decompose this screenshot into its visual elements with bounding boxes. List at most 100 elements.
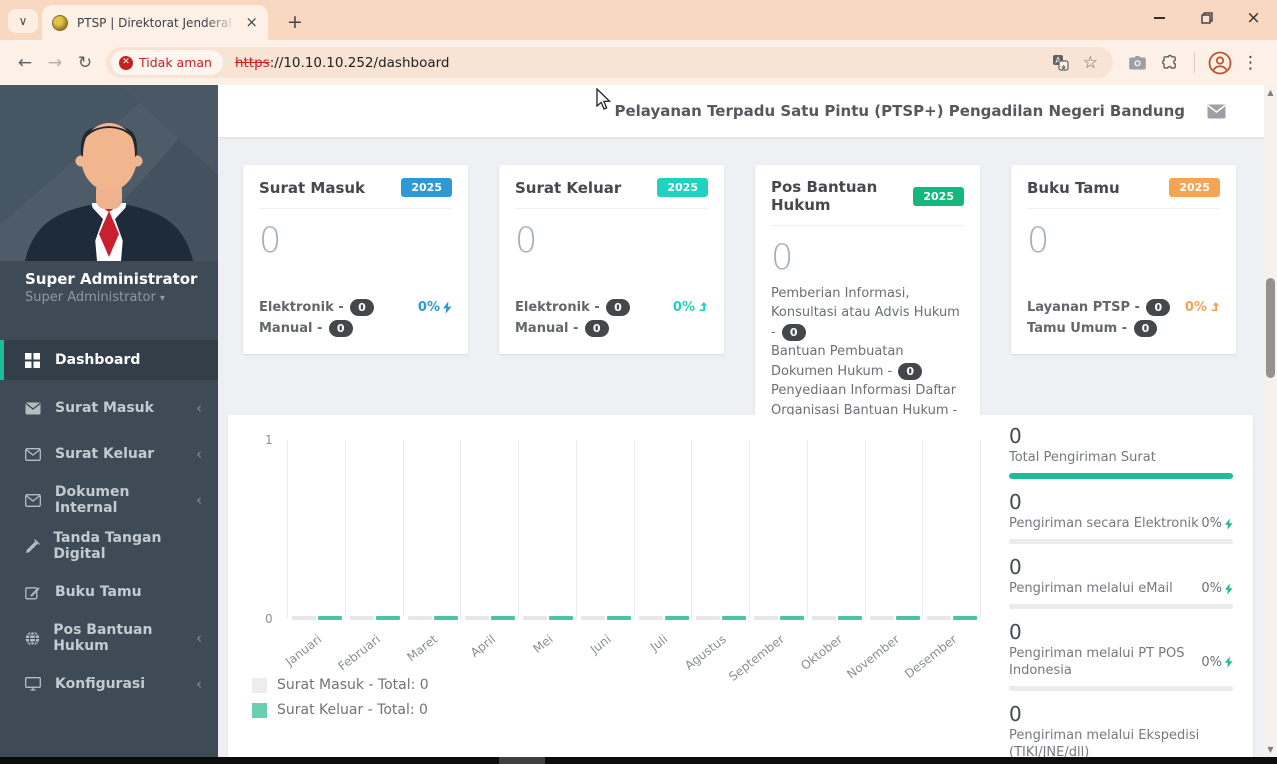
caret-down-icon: ▾ xyxy=(159,293,165,304)
restore-button[interactable] xyxy=(1183,0,1230,36)
year-badge: 2025 xyxy=(1169,178,1220,197)
scrollbar-thumb[interactable] xyxy=(1266,278,1275,378)
legend-label: Surat Masuk - Total: 0 xyxy=(277,677,429,693)
sidebar-item-konfigurasi[interactable]: Konfigurasi ‹ xyxy=(0,661,218,707)
extensions-puzzle-icon[interactable] xyxy=(1161,54,1178,71)
close-icon: × xyxy=(1246,7,1261,28)
camera-icon[interactable] xyxy=(1128,55,1147,71)
url-path: ://10.10.10.252/dashboard xyxy=(269,54,450,71)
bar-surat-masuk xyxy=(696,616,721,620)
browser-menu-icon[interactable]: ⋮ xyxy=(1242,53,1259,73)
sidebar-item-dashboard[interactable]: Dashboard xyxy=(0,340,218,380)
chart-month-column xyxy=(402,440,461,620)
minimize-button[interactable] xyxy=(1136,0,1183,36)
forward-button[interactable]: → xyxy=(40,48,70,78)
not-secure-icon: ✕ xyxy=(119,55,133,70)
month-label: September xyxy=(725,632,787,684)
month-label: April xyxy=(467,632,498,660)
legend-label: Surat Keluar - Total: 0 xyxy=(277,702,428,718)
security-chip[interactable]: ✕ Tidak aman xyxy=(111,50,223,75)
sidebar-item-pos-bantuan-hukum[interactable]: Pos Bantuan Hukum ‹ xyxy=(0,615,218,661)
legend-item-surat-masuk[interactable]: Surat Masuk - Total: 0 xyxy=(252,677,429,693)
bar-surat-masuk xyxy=(465,616,490,620)
percent-indicator: 0% xyxy=(673,297,708,318)
bar-surat-keluar xyxy=(433,616,458,620)
scroll-up-icon[interactable]: ▲ xyxy=(1264,88,1277,97)
bar-surat-masuk xyxy=(292,616,316,620)
month-label: Oktober xyxy=(797,632,845,673)
tab-search-button[interactable]: ∨ xyxy=(8,9,38,33)
bolt-icon xyxy=(443,300,452,314)
stat-item: 0 Pengiriman melalui eMail 0% xyxy=(1009,557,1233,609)
progress-bar xyxy=(1009,604,1233,609)
month-label: Desember xyxy=(902,632,960,682)
sidebar: Super Administrator Super Administrator ▾… xyxy=(0,85,218,764)
card-value: 0 xyxy=(259,221,282,261)
stat-value: 0 xyxy=(1009,490,1022,514)
mail-icon[interactable] xyxy=(1207,104,1226,119)
main-content: Pelayanan Terpadu Satu Pintu (PTSP+) Pen… xyxy=(218,85,1277,764)
address-bar[interactable]: ✕ Tidak aman https://10.10.10.252/dashbo… xyxy=(106,47,1113,78)
sidebar-item-tanda-tangan-digital[interactable]: Tanda Tangan Digital xyxy=(0,523,218,569)
legend-item-surat-keluar[interactable]: Surat Keluar - Total: 0 xyxy=(252,702,429,718)
bar-surat-masuk xyxy=(349,616,374,620)
service-item: Pemberian Informasi, Konsultasi atau Adv… xyxy=(771,285,960,341)
stat-item: 0 Total Pengiriman Surat xyxy=(1009,426,1233,479)
sidebar-item-dokumen-internal[interactable]: Dokumen Internal ‹ xyxy=(0,477,218,523)
count-badge: 0 xyxy=(1146,298,1171,316)
page-content: Super Administrator Super Administrator ▾… xyxy=(0,85,1277,764)
url-text[interactable]: https://10.10.10.252/dashboard xyxy=(235,55,1045,71)
translate-icon[interactable]: A xyxy=(1052,54,1069,71)
stat-item: 0 Pengiriman melalui PT POS Indonesia 0% xyxy=(1009,622,1233,691)
sidebar-item-buku-tamu[interactable]: Buku Tamu xyxy=(0,569,218,615)
page-title: Pelayanan Terpadu Satu Pintu (PTSP+) Pen… xyxy=(614,102,1186,120)
back-button[interactable]: ← xyxy=(10,48,40,78)
chart-month-column xyxy=(864,440,923,620)
close-button[interactable]: × xyxy=(1230,0,1277,36)
stat-percent: 0% xyxy=(1201,654,1233,671)
chart-month-column xyxy=(518,440,576,620)
page-scrollbar[interactable]: ▲ ▼ xyxy=(1264,85,1277,757)
chart-month-column xyxy=(287,440,345,620)
reload-button[interactable]: ↻ xyxy=(70,48,100,78)
toolbar-divider xyxy=(1194,52,1195,73)
card-title: Surat Masuk xyxy=(259,178,366,197)
stat-value: 0 xyxy=(1009,702,1022,726)
window-controls: × xyxy=(1136,0,1277,36)
chart-month-column xyxy=(633,440,692,620)
chevron-left-icon: ‹ xyxy=(196,675,202,693)
sidebar-item-surat-masuk[interactable]: Surat Masuk ‹ xyxy=(0,385,218,431)
sidebar-item-label: Surat Masuk xyxy=(55,400,154,416)
restore-icon xyxy=(1200,12,1213,24)
bar-surat-keluar xyxy=(318,616,342,620)
browser-tab[interactable]: PTSP | Direktorat Jenderal Bada × xyxy=(42,5,268,40)
profile-avatar-icon[interactable] xyxy=(1208,51,1232,75)
avatar xyxy=(0,85,218,261)
sidebar-item-label: Surat Keluar xyxy=(55,446,155,462)
chart-panel: 1 0 Januari Februari Maret April Mei Jun… xyxy=(228,415,1253,764)
bar-surat-masuk xyxy=(754,616,778,620)
legend-swatch xyxy=(252,702,267,718)
chart-month-column xyxy=(575,440,634,620)
card-footer: 0% Elektronik - 0 Manual - 0 xyxy=(259,297,452,339)
sidebar-item-surat-keluar[interactable]: Surat Keluar ‹ xyxy=(0,431,218,477)
page-header: Pelayanan Terpadu Satu Pintu (PTSP+) Pen… xyxy=(218,85,1277,137)
scroll-down-icon[interactable]: ▼ xyxy=(1264,745,1277,754)
bar-surat-keluar xyxy=(953,616,978,620)
bookmark-star-icon[interactable]: ☆ xyxy=(1083,53,1098,73)
user-role-dropdown[interactable]: Super Administrator ▾ xyxy=(25,290,218,305)
bar-surat-masuk xyxy=(523,616,547,620)
tab-close-icon[interactable]: × xyxy=(245,15,258,30)
month-label: Juni xyxy=(587,632,614,657)
card-value: 0 xyxy=(515,221,538,261)
month-label: Agustus xyxy=(681,632,729,673)
stat-label: Pengiriman melalui Ekspedisi (TIKI/JNE/d… xyxy=(1009,728,1200,760)
new-tab-button[interactable]: + xyxy=(282,9,308,35)
year-badge: 2025 xyxy=(401,178,452,197)
stat-cards-row: Surat Masuk 2025 0 0% Elektronik - 0 Man… xyxy=(243,165,1236,455)
bar-surat-keluar xyxy=(664,616,689,620)
bar-surat-keluar xyxy=(895,616,920,620)
mail-icon xyxy=(25,402,42,415)
count-badge: 0 xyxy=(1133,319,1158,337)
mail-outline-icon xyxy=(25,447,42,461)
